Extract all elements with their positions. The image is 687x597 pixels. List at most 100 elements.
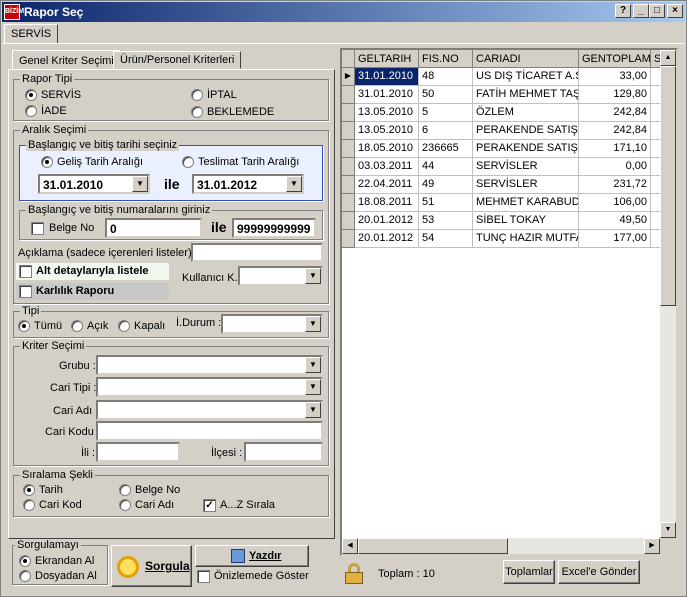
radio-belge-no[interactable] — [119, 484, 131, 496]
vertical-scrollbar[interactable]: ▲ ▼ — [660, 50, 676, 538]
radio-tarih[interactable] — [23, 484, 35, 496]
table-cell[interactable]: 44 — [419, 158, 473, 176]
radio-ekrandan[interactable] — [19, 555, 31, 567]
table-cell[interactable]: 03.03.2011 — [355, 158, 419, 176]
chevron-down-icon[interactable]: ▼ — [305, 357, 321, 373]
karlilik-checkbox[interactable] — [19, 285, 32, 298]
table-cell[interactable]: 31.01.2010 — [355, 68, 419, 86]
radio-acik[interactable] — [71, 320, 83, 332]
az-sirala-checkbox[interactable]: ✓ — [203, 499, 216, 512]
table-cell[interactable]: 236665 — [419, 140, 473, 158]
table-cell[interactable]: 48 — [419, 68, 473, 86]
row-indicator[interactable] — [342, 176, 355, 194]
table-cell[interactable]: 51 — [419, 194, 473, 212]
row-indicator[interactable] — [342, 194, 355, 212]
row-indicator[interactable]: ▶ — [342, 68, 355, 86]
radio-iade[interactable] — [25, 105, 37, 117]
radio-cari-kod[interactable] — [23, 499, 35, 511]
num-end-input[interactable]: 99999999999 — [232, 218, 316, 238]
table-cell[interactable]: 20.01.2012 — [355, 230, 419, 248]
radio-beklemede[interactable] — [191, 106, 203, 118]
row-indicator[interactable] — [342, 86, 355, 104]
table-cell[interactable]: SİBEL TOKAY — [473, 212, 579, 230]
tab-servis[interactable]: SERVİS — [4, 24, 59, 44]
chevron-down-icon[interactable]: ▼ — [305, 268, 321, 284]
table-cell[interactable]: 13.05.2010 — [355, 122, 419, 140]
table-cell[interactable]: 177,00 — [579, 230, 651, 248]
table-cell[interactable]: FATİH MEHMET TAŞ — [473, 86, 579, 104]
tab-genel-kriter[interactable]: Genel Kriter Seçimi — [12, 50, 121, 70]
table-cell[interactable]: SERVİSLER — [473, 176, 579, 194]
ili-input[interactable] — [96, 442, 180, 462]
table-cell[interactable]: ÖZLEM — [473, 104, 579, 122]
results-grid[interactable]: GELTARIH FIS.NO CARIADI GENTOPLAM S ▶ 31.… — [340, 48, 678, 556]
horizontal-scrollbar[interactable]: ◀ ▶ — [342, 538, 660, 554]
chevron-down-icon[interactable]: ▼ — [132, 176, 148, 192]
cari-tipi-select[interactable] — [96, 377, 323, 397]
cari-adi-select[interactable] — [96, 400, 323, 420]
table-cell[interactable]: PERAKENDE SATIŞI — [473, 122, 579, 140]
table-cell[interactable]: MEHMET KARABUDAK — [473, 194, 579, 212]
table-cell[interactable]: 53 — [419, 212, 473, 230]
scroll-left-icon[interactable]: ◀ — [342, 538, 358, 554]
table-cell[interactable]: US DIŞ TİCARET A.Ş. — [473, 68, 579, 86]
table-cell[interactable]: 31.01.2010 — [355, 86, 419, 104]
row-indicator[interactable] — [342, 212, 355, 230]
table-cell[interactable]: 33,00 — [579, 68, 651, 86]
chevron-down-icon[interactable]: ▼ — [286, 176, 302, 192]
table-cell[interactable]: 18.08.2011 — [355, 194, 419, 212]
title-bar[interactable]: BİZİM Rapor Seç ? _ □ × — [2, 2, 685, 22]
radio-dosyadan[interactable] — [19, 570, 31, 582]
tab-urun-personel[interactable]: Ürün/Personel Kriterleri — [113, 51, 242, 69]
grubu-select[interactable] — [96, 355, 323, 375]
radio-iptal[interactable] — [191, 89, 203, 101]
col-header-geltarih[interactable]: GELTARIH — [355, 50, 419, 68]
row-indicator[interactable] — [342, 230, 355, 248]
chevron-down-icon[interactable]: ▼ — [305, 316, 321, 332]
scroll-right-icon[interactable]: ▶ — [644, 538, 660, 554]
minimize-button[interactable]: _ — [633, 4, 649, 18]
row-indicator[interactable] — [342, 122, 355, 140]
row-indicator[interactable] — [342, 158, 355, 176]
table-cell[interactable]: 20.01.2012 — [355, 212, 419, 230]
table-cell[interactable]: 5 — [419, 104, 473, 122]
radio-tumu[interactable] — [18, 320, 30, 332]
maximize-button[interactable]: □ — [649, 4, 665, 18]
belge-no-checkbox[interactable] — [31, 222, 44, 235]
alt-detay-checkbox[interactable] — [19, 265, 32, 278]
table-cell[interactable]: SERVİSLER — [473, 158, 579, 176]
table-cell[interactable]: 50 — [419, 86, 473, 104]
row-indicator[interactable] — [342, 104, 355, 122]
close-button[interactable]: × — [667, 4, 683, 18]
table-cell[interactable]: 18.05.2010 — [355, 140, 419, 158]
excel-button[interactable]: Excel'e Gönder — [558, 560, 640, 584]
row-indicator[interactable] — [342, 140, 355, 158]
table-cell[interactable]: 22.04.2011 — [355, 176, 419, 194]
radio-teslimat[interactable] — [182, 156, 194, 168]
scroll-thumb[interactable] — [660, 66, 676, 306]
table-cell[interactable]: PERAKENDE SATIŞI — [473, 140, 579, 158]
radio-gelis[interactable] — [41, 156, 53, 168]
num-start-input[interactable]: 0 — [105, 218, 202, 238]
radio-servis[interactable] — [25, 89, 37, 101]
scroll-up-icon[interactable]: ▲ — [660, 50, 676, 66]
onizleme-checkbox[interactable] — [197, 570, 210, 583]
aciklama-input[interactable] — [191, 243, 323, 262]
col-header-cariadi[interactable]: CARIADI — [473, 50, 579, 68]
radio-kapali[interactable] — [118, 320, 130, 332]
cari-kodu-input[interactable] — [96, 421, 323, 441]
table-cell[interactable]: 49 — [419, 176, 473, 194]
table-cell[interactable]: 0,00 — [579, 158, 651, 176]
chevron-down-icon[interactable]: ▼ — [305, 379, 321, 395]
toplamlar-button[interactable]: Toplamlar — [503, 560, 555, 584]
radio-cari-adi[interactable] — [119, 499, 131, 511]
help-button[interactable]: ? — [615, 4, 631, 18]
table-cell[interactable]: 6 — [419, 122, 473, 140]
sorgula-button[interactable]: Sorgula — [111, 545, 192, 587]
scroll-down-icon[interactable]: ▼ — [660, 522, 676, 538]
table-cell[interactable]: 13.05.2010 — [355, 104, 419, 122]
table-cell[interactable]: 106,00 — [579, 194, 651, 212]
yazdir-button[interactable]: Yazdır — [195, 545, 309, 567]
table-cell[interactable]: 54 — [419, 230, 473, 248]
table-cell[interactable]: 231,72 — [579, 176, 651, 194]
